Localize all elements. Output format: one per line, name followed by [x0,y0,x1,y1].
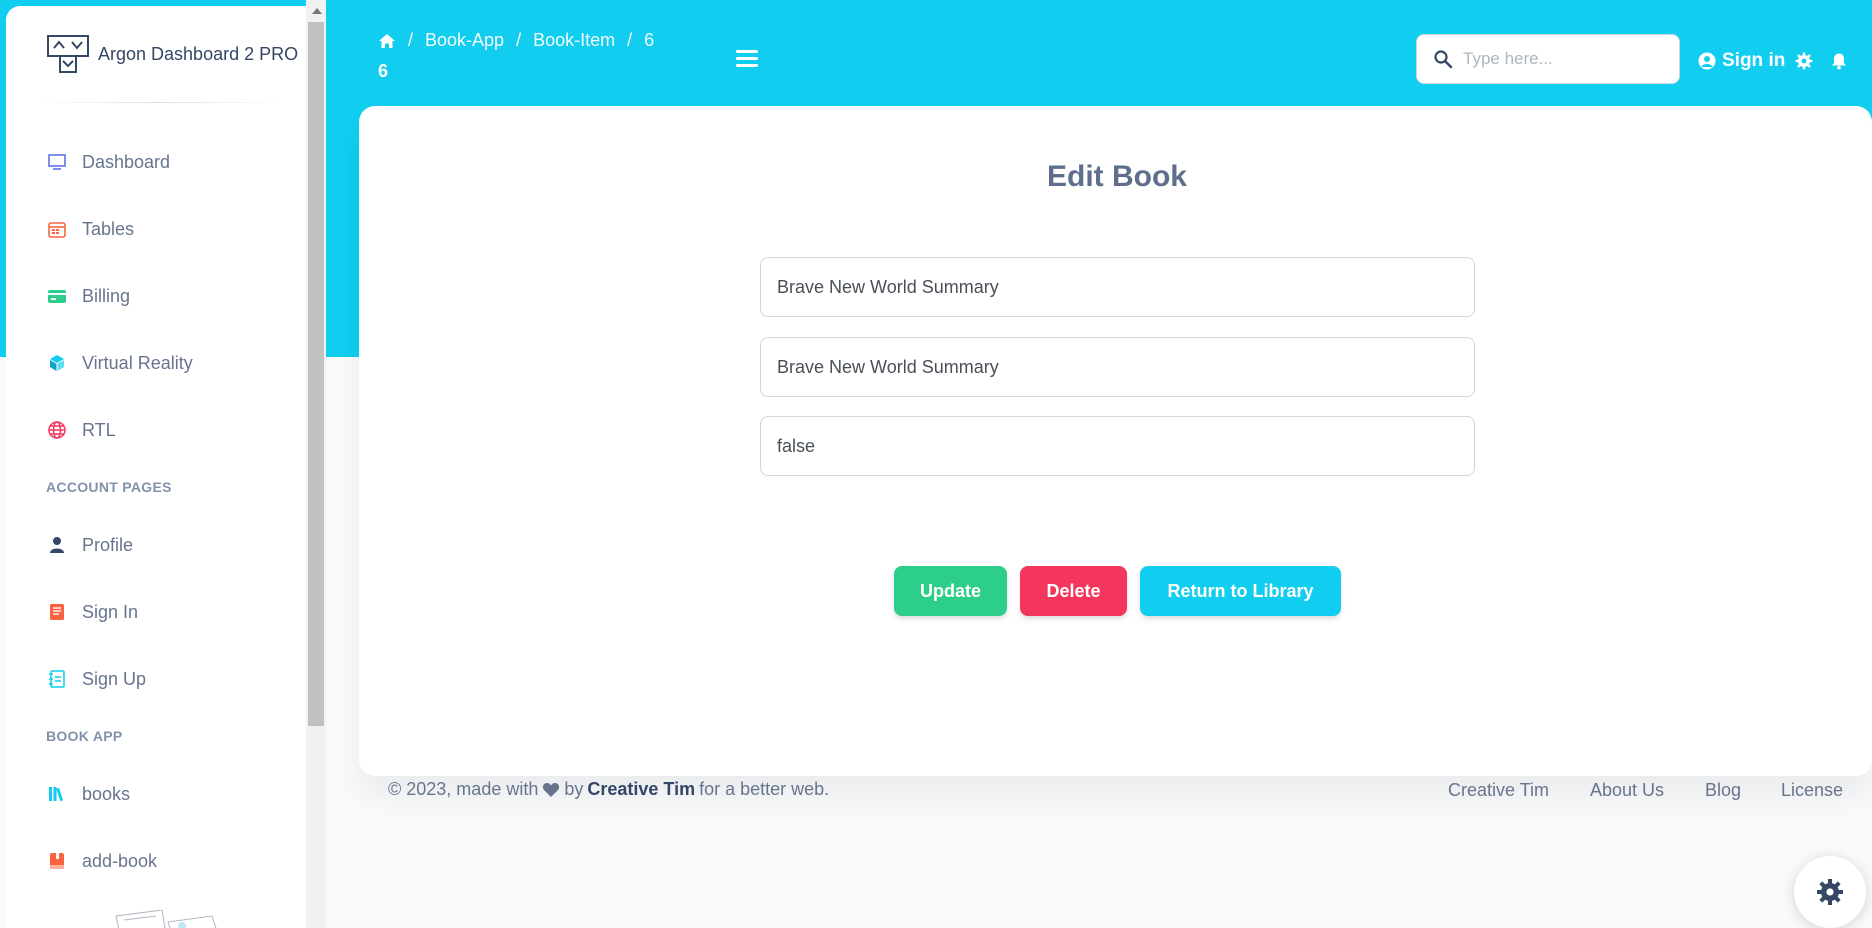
credit-card-icon [46,285,68,307]
footer-link-about-us[interactable]: About Us [1590,780,1664,801]
scroll-up-arrow-icon[interactable] [312,8,322,14]
book-icon [46,850,68,872]
home-icon[interactable] [378,33,396,49]
heart-icon [543,782,560,797]
breadcrumb-book-app[interactable]: Book-App [425,30,504,51]
sidebar-divider [34,102,284,103]
notification-bell-icon[interactable] [1830,52,1848,70]
sidebar-item-rtl[interactable]: RTL [46,415,116,445]
title-field [760,257,1475,317]
copyright-text: © 2023, made with [388,779,539,799]
sidebar-item-label: Billing [82,285,131,306]
sign-in-link[interactable]: Sign in [1698,50,1785,72]
sidebar-item-tables[interactable]: Tables [46,214,134,244]
by-text: by [564,779,584,799]
author-link[interactable]: Creative Tim [587,779,695,800]
sidebar-item-add-book[interactable]: add-book [46,846,157,876]
document-icon [46,601,68,623]
footer-link-creative-tim[interactable]: Creative Tim [1448,780,1549,801]
gear-icon [1817,879,1843,905]
footer-link-license[interactable]: License [1781,780,1843,801]
breadcrumb-current: 6 [644,30,655,50]
section-title-book-app: BOOK APP [46,728,123,744]
sidebar-item-profile[interactable]: Profile [46,530,133,560]
summary-field [760,337,1475,397]
user-icon [46,534,68,556]
update-button[interactable]: Update [894,566,1007,616]
sidebar: Argon Dashboard 2 PRO Dashboard Tables B… [6,6,306,928]
footer-link-blog[interactable]: Blog [1705,780,1741,801]
search-input[interactable] [1463,49,1663,69]
brand-name: Argon Dashboard 2 PRO [98,43,299,64]
settings-gear-icon[interactable] [1795,52,1813,70]
page-heading: Edit Book [1047,160,1187,193]
configurator-button[interactable] [1794,856,1866,928]
sidebar-item-books[interactable]: books [46,779,130,809]
sidebar-item-label: Virtual Reality [82,352,193,373]
return-to-library-button[interactable]: Return to Library [1140,566,1341,616]
cube-icon [46,352,68,374]
page-title: 6 [378,61,389,81]
sidebar-item-label: RTL [82,419,116,440]
search-box [1416,34,1680,84]
sidebar-item-label: Sign In [82,601,139,622]
scrollbar-thumb[interactable] [308,22,324,726]
book-status-input[interactable] [777,435,1474,457]
sidebar-item-virtual-reality[interactable]: Virtual Reality [46,348,193,378]
sidebar-item-label: Sign Up [82,668,147,689]
collection-icon [46,668,68,690]
user-circle-icon [1698,52,1716,70]
sidebar-item-sign-up[interactable]: Sign Up [46,664,146,694]
breadcrumb-book-item[interactable]: Book-Item [533,30,615,51]
menu-toggle-icon[interactable] [736,50,758,68]
delete-button[interactable]: Delete [1020,566,1127,616]
brand-logo-link[interactable]: Argon Dashboard 2 PRO [46,34,298,74]
documentation-illustration [115,910,217,928]
sidebar-item-billing[interactable]: Billing [46,281,130,311]
sidebar-item-label: Tables [82,218,135,239]
sidebar-scrollbar[interactable] [306,0,326,928]
calendar-icon [46,218,68,240]
section-title-account: ACCOUNT PAGES [46,479,172,495]
book-title-input[interactable] [777,276,1474,298]
footer-suffix: for a better web. [699,779,830,799]
sidebar-item-label: add-book [82,850,158,871]
footer-copyright: © 2023, made with by Creative Tim for a … [388,779,829,800]
search-icon [1434,50,1453,69]
book-summary-input[interactable] [777,356,1474,378]
sidebar-item-label: Profile [82,534,134,555]
breadcrumb: / Book-App / Book-Item / 6 [378,30,654,51]
globe-icon [46,419,68,441]
status-field [760,416,1475,476]
sidebar-item-sign-in[interactable]: Sign In [46,597,138,627]
argon-logo-icon [47,35,89,73]
sidebar-item-label: books [82,783,131,804]
books-icon [46,783,68,805]
sign-in-label: Sign in [1722,50,1786,71]
